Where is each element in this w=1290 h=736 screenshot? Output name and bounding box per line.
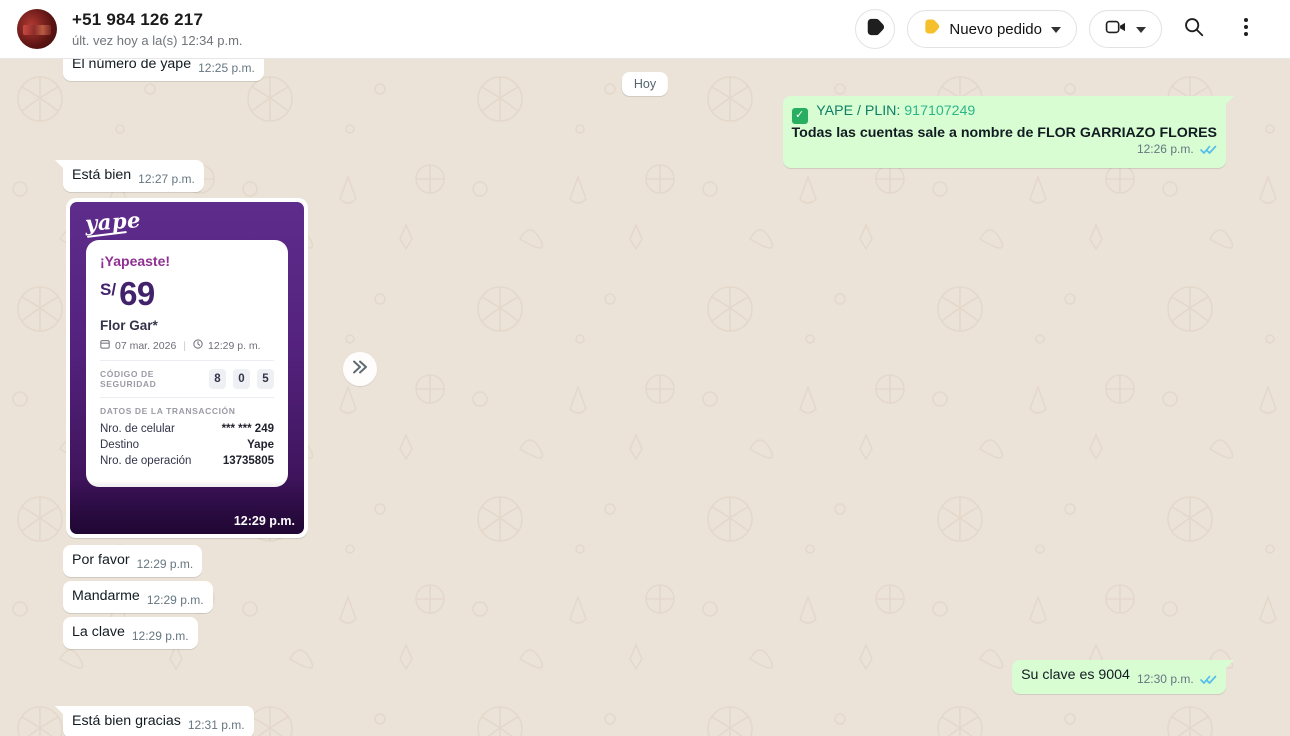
chat-header: +51 984 126 217 últ. vez hoy a la(s) 12:…: [0, 0, 1290, 59]
conversation-panel: El número de yape 12:25 p.m. Hoy ✓ YAPE /…: [0, 59, 1290, 736]
search-icon: [1183, 16, 1205, 43]
receipt-amount: S/ 69: [100, 277, 274, 310]
message-bubble-incoming[interactable]: El número de yape 12:25 p.m.: [63, 59, 264, 81]
label-tag-icon: [865, 17, 885, 42]
transaction-row: Nro. de celular *** *** 249: [100, 423, 274, 435]
read-receipt-icon: [1200, 672, 1217, 691]
message-time: 12:25 p.m.: [198, 59, 255, 78]
date-divider: Hoy: [622, 72, 668, 96]
code-digit: 8: [209, 369, 226, 389]
receipt-date: 07 mar. 2026: [115, 340, 176, 352]
message-time: 12:26 p.m.: [1137, 142, 1194, 156]
chevron-down-icon: [1051, 20, 1061, 38]
message-time: 12:31 p.m.: [188, 716, 245, 735]
security-code-digits: 8 0 5: [209, 369, 274, 389]
message-text: El número de yape: [72, 59, 191, 72]
message-time: 12:30 p.m.: [1137, 670, 1217, 691]
message-text: Está bien: [72, 167, 131, 183]
yape-plin-number[interactable]: 917107249: [904, 103, 975, 119]
row-label: Nro. de operación: [100, 455, 191, 467]
contact-info[interactable]: +51 984 126 217 últ. vez hoy a la(s) 12:…: [72, 10, 243, 48]
row-label: Destino: [100, 439, 139, 451]
message-time: 12:29 p.m.: [147, 591, 204, 610]
check-emoji: ✓: [792, 108, 808, 124]
code-digit: 5: [257, 369, 274, 389]
read-receipt-icon: [1200, 142, 1217, 161]
message-bubble-incoming[interactable]: Está bien gracias 12:31 p.m.: [63, 706, 254, 736]
transaction-data-label: DATOS DE LA TRANSACCIÓN: [100, 406, 274, 416]
clock-icon: [193, 339, 203, 352]
separator: |: [183, 340, 186, 352]
forward-message-button[interactable]: [343, 352, 377, 386]
message-text: Por favor: [72, 552, 130, 568]
message-time: 12:29 p.m.: [137, 555, 194, 574]
last-seen-status: últ. vez hoy a la(s) 12:34 p.m.: [72, 33, 243, 48]
security-code-label: CÓDIGO DE SEGURIDAD: [100, 369, 209, 389]
new-order-label: Nuevo pedido: [949, 21, 1042, 38]
image-message-yape-receipt[interactable]: yape ¡Yapeaste! S/ 69 Flor Gar* 07 mar. …: [66, 198, 308, 538]
header-actions: Nuevo pedido: [855, 9, 1290, 49]
receipt-headline: ¡Yapeaste!: [100, 253, 274, 269]
forward-arrow-icon: [350, 359, 370, 380]
message-bubble-incoming[interactable]: Por favor 12:29 p.m.: [63, 545, 202, 577]
row-value: Yape: [247, 439, 274, 451]
message-time: 12:27 p.m.: [138, 170, 195, 189]
order-label-icon: [923, 18, 940, 40]
message-text: Está bien gracias: [72, 713, 181, 729]
message-text: Su clave es 9004: [1021, 667, 1130, 683]
contact-name: +51 984 126 217: [72, 10, 243, 30]
new-order-button[interactable]: Nuevo pedido: [907, 10, 1077, 48]
currency-symbol: S/: [100, 280, 116, 300]
message-time: 12:29 p.m.: [132, 627, 189, 646]
message-line-1: ✓ YAPE / PLIN: 917107249: [792, 102, 1217, 124]
search-button[interactable]: [1174, 9, 1214, 49]
divider: [100, 360, 274, 361]
receipt-datetime: 07 mar. 2026 | 12:29 p. m.: [100, 339, 274, 352]
video-camera-icon: [1105, 18, 1127, 41]
yape-logo: yape: [84, 207, 141, 236]
message-bubble-incoming[interactable]: Mandarme 12:29 p.m.: [63, 581, 213, 613]
contact-avatar[interactable]: [17, 9, 57, 49]
message-bubble-outgoing[interactable]: Su clave es 9004 12:30 p.m.: [1012, 660, 1226, 694]
code-digit: 0: [233, 369, 250, 389]
divider: [100, 397, 274, 398]
message-meta: 12:26 p.m.: [792, 140, 1217, 161]
payee-name: Flor Gar*: [100, 318, 274, 333]
receipt-card: ¡Yapeaste! S/ 69 Flor Gar* 07 mar. 2026 …: [86, 240, 288, 487]
menu-button[interactable]: [1226, 9, 1266, 49]
message-text: La clave: [72, 624, 125, 640]
message-bubble-incoming[interactable]: La clave 12:29 p.m.: [63, 617, 198, 649]
video-call-button[interactable]: [1089, 10, 1162, 48]
image-message-time: 12:29 p.m.: [234, 514, 295, 528]
transaction-row: Nro. de operación 13735805: [100, 455, 274, 467]
labels-button[interactable]: [855, 9, 895, 49]
receipt-time: 12:29 p. m.: [208, 340, 261, 352]
row-value: *** *** 249: [222, 423, 274, 435]
row-label: Nro. de celular: [100, 423, 175, 435]
calendar-icon: [100, 339, 110, 352]
yape-plin-label: YAPE / PLIN:: [816, 103, 900, 119]
message-bubble-incoming[interactable]: Está bien 12:27 p.m.: [63, 160, 204, 192]
chevron-down-icon: [1136, 20, 1146, 38]
row-value: 13735805: [223, 455, 274, 467]
message-text: Mandarme: [72, 588, 140, 604]
security-code-row: CÓDIGO DE SEGURIDAD 8 0 5: [100, 369, 274, 389]
message-bubble-outgoing[interactable]: ✓ YAPE / PLIN: 917107249 Todas las cuent…: [783, 96, 1226, 168]
amount-value: 69: [119, 277, 155, 310]
yape-receipt-image: yape ¡Yapeaste! S/ 69 Flor Gar* 07 mar. …: [70, 202, 304, 534]
transaction-row: Destino Yape: [100, 439, 274, 451]
kebab-menu-icon: [1244, 18, 1248, 41]
